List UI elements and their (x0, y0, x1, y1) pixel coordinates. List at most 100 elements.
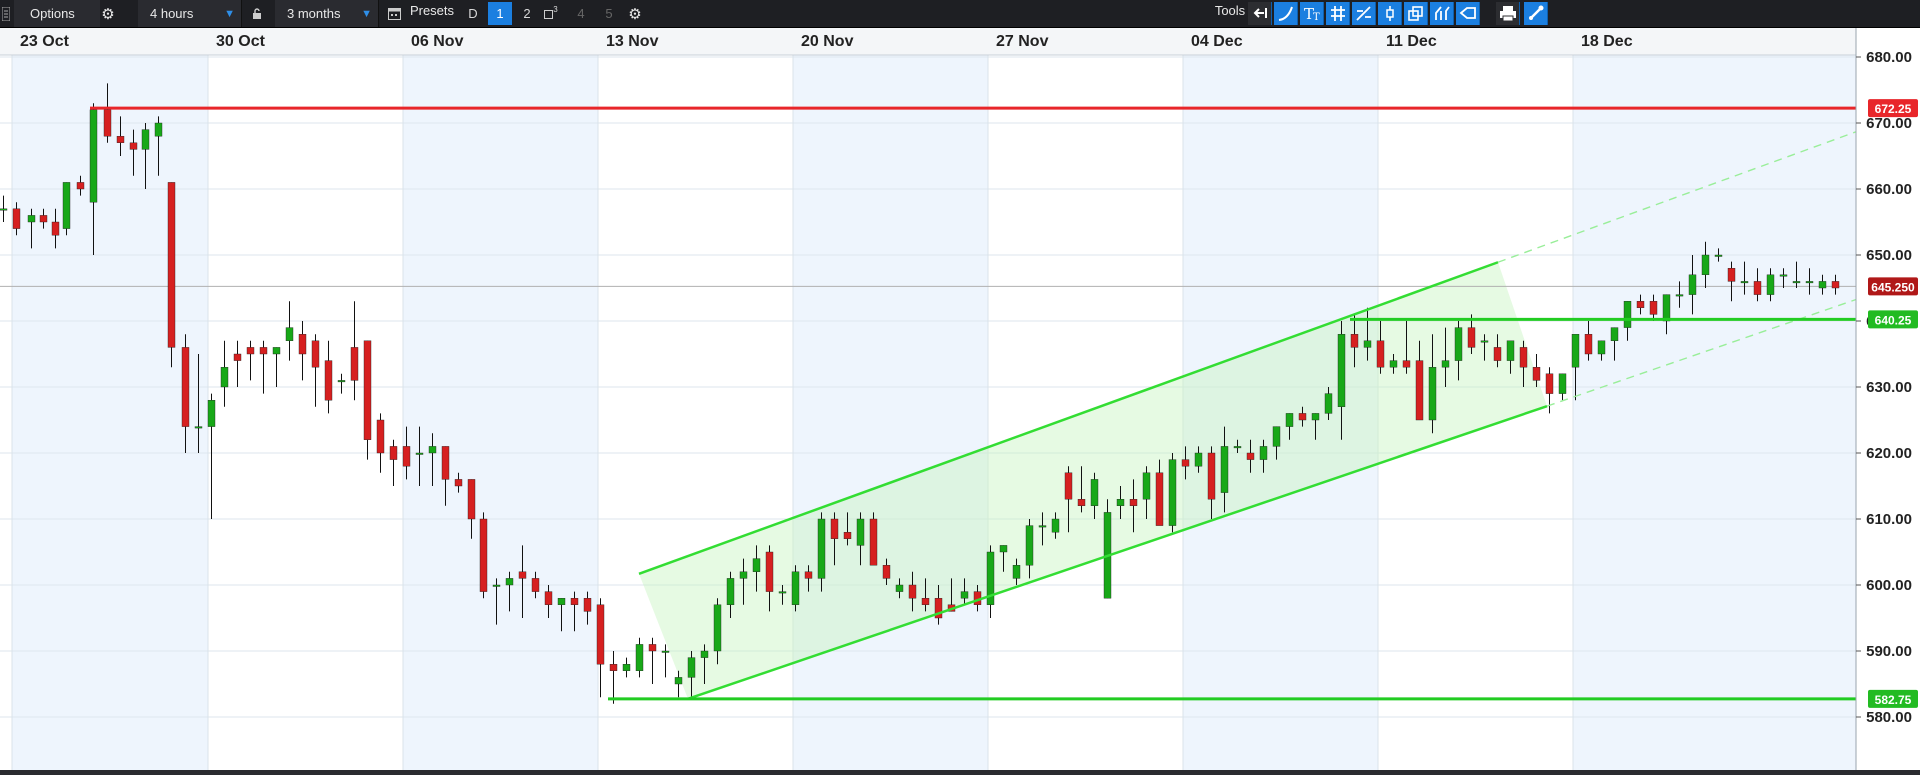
lock-icon[interactable] (250, 0, 264, 27)
candle-up (1688, 274, 1697, 295)
candle-up (1818, 281, 1827, 289)
candle-down (181, 347, 190, 427)
candle-up (557, 598, 566, 606)
vertical-line-icon[interactable] (1378, 2, 1402, 25)
week-band (403, 55, 598, 770)
candle-up (1662, 294, 1671, 322)
settings-brush-icon[interactable] (1524, 2, 1548, 25)
presets-gear-icon[interactable]: ⚙ (625, 0, 645, 27)
week-bands (12, 55, 1856, 770)
print-icon[interactable] (1496, 2, 1520, 25)
options-gear-icon[interactable]: ⚙ (98, 0, 118, 27)
menu-handle-icon[interactable] (0, 0, 12, 27)
date-axis-band (0, 28, 1856, 55)
candle-down (1636, 301, 1645, 309)
candle-up (1051, 518, 1060, 533)
candle-up (1194, 452, 1203, 467)
candle-down (479, 518, 488, 592)
candle-down (246, 347, 255, 355)
candle-up (415, 452, 424, 455)
candle-up (1038, 525, 1047, 528)
interval-select[interactable]: 4 hours ▼ (138, 0, 242, 27)
candle-down (648, 644, 657, 652)
range-value: 3 months (287, 6, 341, 21)
candle-down (570, 598, 579, 606)
candle-up (622, 664, 631, 672)
layers-icon[interactable] (1404, 2, 1428, 25)
text-tool-icon[interactable]: TT (1300, 2, 1324, 25)
candle-down (350, 347, 359, 381)
candle-up (1389, 360, 1398, 368)
draw-line-icon[interactable] (1352, 2, 1376, 25)
week-band (793, 55, 988, 770)
candle-up (1675, 294, 1684, 297)
price-chart[interactable]: 23 Oct 30 Oct 06 Nov 13 Nov 20 Nov 27 Nov 04 D… (0, 28, 1920, 770)
fork-icon[interactable] (1430, 2, 1454, 25)
candle-down (869, 518, 878, 566)
chevron-down-icon: ▼ (224, 7, 235, 20)
preset-d-button[interactable]: D (462, 2, 484, 25)
preset-5-button[interactable]: 5 (598, 2, 620, 25)
candle-up (154, 122, 163, 137)
candle-down (116, 135, 125, 143)
candle-up (505, 578, 514, 586)
candle-up (1311, 413, 1320, 421)
candle-down (804, 571, 813, 579)
y-tick-label: 650.00 (1866, 247, 1912, 264)
candle-up (1012, 565, 1021, 579)
candle-down (1246, 452, 1255, 460)
range-select[interactable]: 3 months ▼ (275, 0, 379, 27)
support-mid-badge: 640.25 (1868, 310, 1918, 329)
candle-up (1454, 327, 1463, 361)
candle-up (778, 591, 787, 594)
candle-down (544, 591, 553, 605)
grid-icon[interactable] (1326, 2, 1350, 25)
candle-down (1129, 499, 1138, 507)
candle-down (233, 353, 242, 361)
x-tick-label: 06 Nov (411, 33, 464, 50)
candle-down (1493, 347, 1502, 361)
candle-up (1363, 340, 1372, 348)
candle-down (1831, 281, 1840, 289)
candle-up (1597, 340, 1606, 355)
candle-down (1532, 367, 1541, 381)
candle-down (12, 208, 21, 229)
preset-2-button[interactable]: 2 (516, 2, 538, 25)
candle-up (739, 571, 748, 579)
y-tick-label: 670.00 (1866, 115, 1912, 132)
candle-up (285, 327, 294, 342)
week-band (12, 55, 208, 770)
candle-down (1298, 413, 1307, 421)
current-price-badge-label: 645.250 (1871, 280, 1915, 294)
candle-down (1467, 327, 1476, 348)
candle-down (1350, 334, 1359, 348)
tools-label: Tools (1214, 3, 1246, 18)
options-button[interactable]: Options (14, 0, 100, 27)
candle-down (1376, 340, 1385, 368)
preset-3-button[interactable]: 3 (540, 2, 562, 25)
candle-down (908, 584, 917, 599)
candle-down (363, 340, 372, 440)
candle-up (428, 446, 437, 454)
resistance-badge: 672.25 (1868, 99, 1918, 118)
candle-up (141, 129, 150, 150)
candle-up (1701, 254, 1710, 275)
curve-line-icon[interactable] (1274, 2, 1298, 25)
candle-down (298, 334, 307, 355)
preset-1-button[interactable]: 1 (488, 2, 512, 25)
tag-icon[interactable] (1456, 2, 1480, 25)
candle-up (791, 571, 800, 605)
candle-down (389, 446, 398, 460)
back-arrow-icon[interactable] (1248, 2, 1272, 25)
y-tick-label: 590.00 (1866, 643, 1912, 660)
candle-down (765, 551, 774, 592)
candle-up (674, 677, 683, 685)
x-tick-label: 30 Oct (216, 33, 266, 50)
candle-down (402, 446, 411, 467)
calendar-icon[interactable] (384, 0, 404, 27)
preset-4-button[interactable]: 4 (570, 2, 592, 25)
candle-down (39, 215, 48, 223)
preset-3-sup: 3 (553, 5, 558, 14)
candle-down (311, 340, 320, 368)
candle-up (194, 426, 203, 429)
